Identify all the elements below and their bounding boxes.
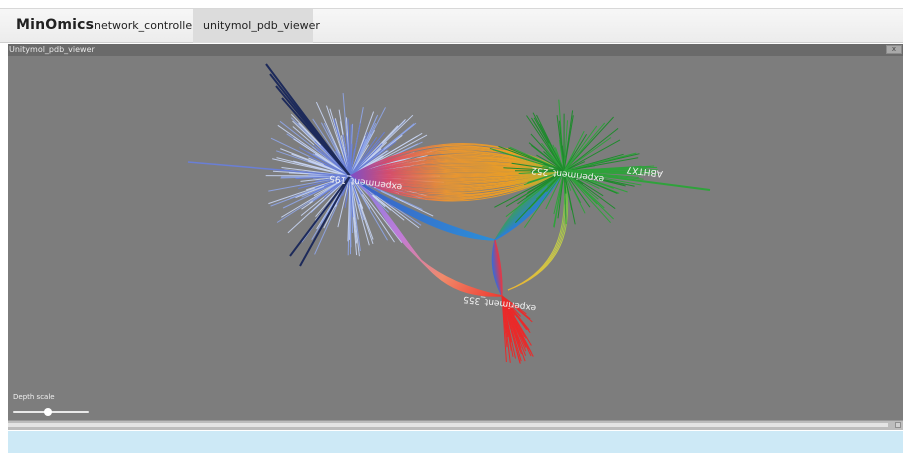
scrollbar-end-button[interactable]: [895, 422, 901, 428]
viewer-title: Unitymol_pdb_viewer: [9, 45, 95, 54]
viewer-titlebar: Unitymol_pdb_viewer x: [8, 44, 903, 56]
scrollbar-thumb[interactable]: [8, 423, 888, 427]
app-brand[interactable]: MinOmics: [16, 17, 94, 33]
network-edges: [187, 63, 711, 364]
horizontal-scrollbar[interactable]: [8, 420, 903, 430]
unitymol-viewer-panel[interactable]: Unitymol_pdb_viewer x experiment_195 exp…: [8, 44, 903, 430]
app-window: MinOmics network_controller unitymol_pdb…: [0, 0, 903, 453]
tab-network-controller[interactable]: network_controller: [84, 9, 197, 43]
depth-slider-thumb[interactable]: [43, 408, 52, 416]
depth-scale-label: Depth scale: [13, 393, 55, 401]
depth-scale-slider[interactable]: [13, 408, 89, 416]
node-label-abhtx7: ABHTX7: [626, 164, 663, 178]
top-navbar: MinOmics network_controller unitymol_pdb…: [0, 8, 903, 43]
footer-strip: [8, 431, 903, 453]
network-3d-canvas[interactable]: experiment_195 experiment_252 experiment…: [8, 56, 903, 430]
tab-unitymol-pdb-viewer[interactable]: unitymol_pdb_viewer: [193, 9, 320, 43]
viewer-close-button[interactable]: x: [886, 45, 902, 54]
